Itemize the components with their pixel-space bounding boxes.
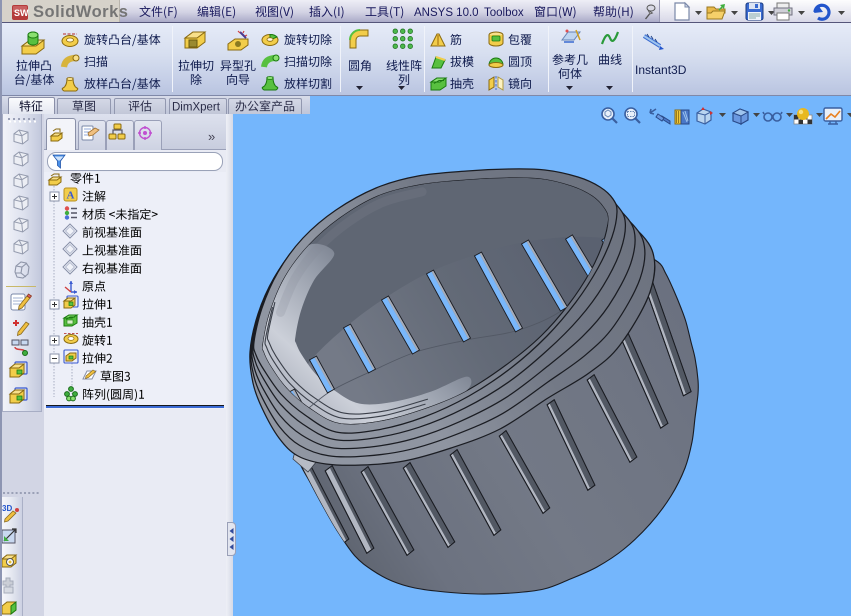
svg-text:ANSYS 10.0: ANSYS 10.0 [414,7,479,19]
svg-text:Toolbox: Toolbox [484,7,524,19]
svg-text:DimXpert: DimXpert [172,102,221,114]
svg-text:Instant3D: Instant3D [635,63,687,77]
